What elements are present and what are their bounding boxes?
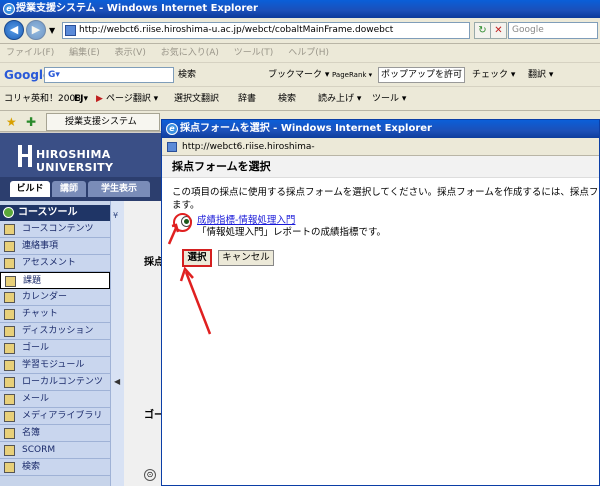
pagerank-button[interactable]: PageRank ▾	[332, 63, 372, 87]
calendar-icon	[4, 292, 15, 303]
menu-tools[interactable]: ツール(T)	[234, 48, 274, 58]
tab-instructor[interactable]: 講師	[52, 181, 86, 197]
collapse-left-icon[interactable]: ◀	[114, 377, 120, 386]
translate-button[interactable]: 翻訳 ▾	[528, 63, 553, 87]
back-button-icon[interactable]: ◀	[4, 20, 24, 40]
forward-button-icon[interactable]: ▶	[26, 20, 46, 40]
sidebar-item-search[interactable]: 検索	[0, 459, 110, 476]
window-title: 授業支援システム - Windows Internet Explorer	[16, 3, 258, 14]
sidebar-item-scorm[interactable]: SCORM	[0, 442, 110, 459]
bookmark-button[interactable]: ブックマーク ▾	[268, 63, 329, 87]
spell-check-button[interactable]: チェック ▾	[472, 63, 515, 87]
dialog-title: 採点フォームを選択 - Windows Internet Explorer	[180, 123, 432, 134]
assignment-icon	[5, 276, 16, 287]
sidebar-item-course-content[interactable]: コースコンテンツ	[0, 221, 110, 238]
goal-icon	[4, 343, 15, 354]
tools-button[interactable]: ツール ▾	[372, 87, 406, 111]
sidebar-item-goals[interactable]: ゴール	[0, 340, 110, 357]
sidebar-splitter[interactable]: ¥ ◀	[110, 201, 124, 486]
scorm-icon	[4, 445, 15, 456]
add-favorite-icon[interactable]: ✚	[26, 111, 36, 133]
arrow-icon: ▶	[96, 94, 103, 104]
dialog-body	[162, 156, 599, 485]
dialog-address-bar: http://webct6.riise.hiroshima-u.ac.jp/we…	[162, 138, 599, 170]
sidebar-item-calendar[interactable]: カレンダー	[0, 289, 110, 306]
address-bar: ◀ ▶ ▼ http://webct6.riise.hiroshima-u.ac…	[0, 18, 600, 44]
roster-icon	[4, 428, 15, 439]
google-search-button[interactable]: 検索	[178, 63, 196, 87]
discussion-icon	[4, 326, 15, 337]
select-button[interactable]: 選択	[182, 249, 212, 267]
sidebar-item-learning-modules[interactable]: 学習モジュール	[0, 357, 110, 374]
local-content-icon	[4, 377, 15, 388]
mail-icon	[4, 394, 15, 405]
page-icon	[167, 142, 177, 152]
address-input[interactable]: http://webct6.riise.hiroshima-u.ac.jp/we…	[62, 22, 470, 39]
sidebar-item-assignments[interactable]: 課題	[0, 272, 110, 289]
tab-build[interactable]: ビルド	[10, 181, 50, 197]
popup-allow-button[interactable]: ポップアップを許可	[378, 67, 466, 83]
stop-icon[interactable]: ✕	[490, 22, 507, 39]
dialog-description-cont: ます。	[172, 200, 200, 211]
sidebar-item-local-content[interactable]: ローカルコンテンツ	[0, 374, 110, 391]
tab-student-view[interactable]: 学生表示	[88, 181, 150, 197]
google-search-box[interactable]: G▾	[44, 67, 174, 83]
dictionary-toolbar: コリャ英和！2008 EJ▾ ▶ ページ翻訳 ▾ 選択文翻訳 辞書 検索 読み上…	[0, 86, 600, 110]
lms-tabs: ビルド 講師 学生表示	[0, 177, 165, 201]
menu-bar: ファイル(F) 編集(E) 表示(V) お気に入り(A) ツール(T) ヘルプ(…	[0, 44, 600, 62]
select-rubric-dialog: e 採点フォームを選択 - Windows Internet Explorer …	[161, 119, 600, 486]
sidebar-item-roster[interactable]: 名簿	[0, 425, 110, 442]
dialog-heading: 採点フォームを選択	[162, 156, 599, 178]
search-button[interactable]: 検索	[278, 87, 296, 111]
google-toolbar: Google G▾ 検索 ブックマーク ▾ PageRank ▾ ポップアップを…	[0, 62, 600, 86]
ie-icon: e	[3, 3, 15, 15]
home-icon	[4, 224, 15, 235]
menu-favorites[interactable]: お気に入り(A)	[161, 48, 219, 58]
sidebar-item-assessments[interactable]: アセスメント	[0, 255, 110, 272]
course-tools-sidebar: コースツール コースコンテンツ 連絡事項 アセスメント 課題 カレンダー チャッ…	[0, 201, 110, 486]
annotation-circle	[173, 213, 192, 232]
sidebar-item-media-library[interactable]: メディアライブラリ	[0, 408, 110, 425]
page-translate-button[interactable]: ページ翻訳 ▾	[106, 87, 158, 111]
ej-dropdown[interactable]: EJ▾	[74, 87, 88, 111]
sidebar-item-discussion[interactable]: ディスカッション	[0, 323, 110, 340]
ie-icon: e	[166, 123, 178, 135]
lms-header: HIROSHIMA UNIVERSITY	[0, 133, 165, 177]
dict-label: コリャ英和！2008	[4, 94, 81, 104]
module-icon	[4, 360, 15, 371]
selection-translate-button[interactable]: 選択文翻訳	[174, 87, 219, 111]
dialog-description: この項目の採点に使用する採点フォームを選択してください。採点フォームを作成するに…	[172, 187, 599, 198]
cancel-button[interactable]: キャンセル	[218, 250, 274, 266]
dialog-title-bar: e 採点フォームを選択 - Windows Internet Explorer	[162, 120, 599, 138]
read-aloud-button[interactable]: 読み上げ ▾	[318, 87, 361, 111]
scroll-icon[interactable]: ⊙	[144, 469, 156, 481]
university-name: HIROSHIMA UNIVERSITY	[36, 148, 114, 174]
menu-file[interactable]: ファイル(F)	[6, 48, 54, 58]
rubric-description: 「情報処理入門」レポートの成績指標です。	[197, 227, 387, 238]
browser-tab[interactable]: 授業支援システム	[46, 113, 160, 131]
dictionary-button[interactable]: 辞書	[238, 87, 256, 111]
refresh-icon[interactable]: ↻	[474, 22, 491, 39]
collapse-icon[interactable]: ¥	[113, 211, 118, 220]
announcement-icon	[4, 241, 15, 252]
sidebar-item-chat[interactable]: チャット	[0, 306, 110, 323]
star-icon[interactable]: ★	[6, 111, 17, 133]
tools-icon	[3, 207, 14, 218]
window-title-bar: e 授業支援システム - Windows Internet Explorer	[0, 0, 600, 18]
search-input[interactable]: Google	[508, 22, 598, 39]
menu-help[interactable]: ヘルプ(H)	[288, 48, 329, 58]
assessment-icon	[4, 258, 15, 269]
dropdown-arrow-icon[interactable]: ▼	[49, 26, 55, 35]
menu-view[interactable]: 表示(V)	[115, 48, 146, 58]
search-icon	[4, 462, 15, 473]
chat-icon	[4, 309, 15, 320]
sidebar-header: コースツール	[0, 205, 110, 221]
sidebar-item-announcements[interactable]: 連絡事項	[0, 238, 110, 255]
sidebar-item-mail[interactable]: メール	[0, 391, 110, 408]
university-logo-icon	[18, 145, 32, 167]
page-icon	[65, 25, 76, 36]
media-icon	[4, 411, 15, 422]
menu-edit[interactable]: 編集(E)	[69, 48, 100, 58]
